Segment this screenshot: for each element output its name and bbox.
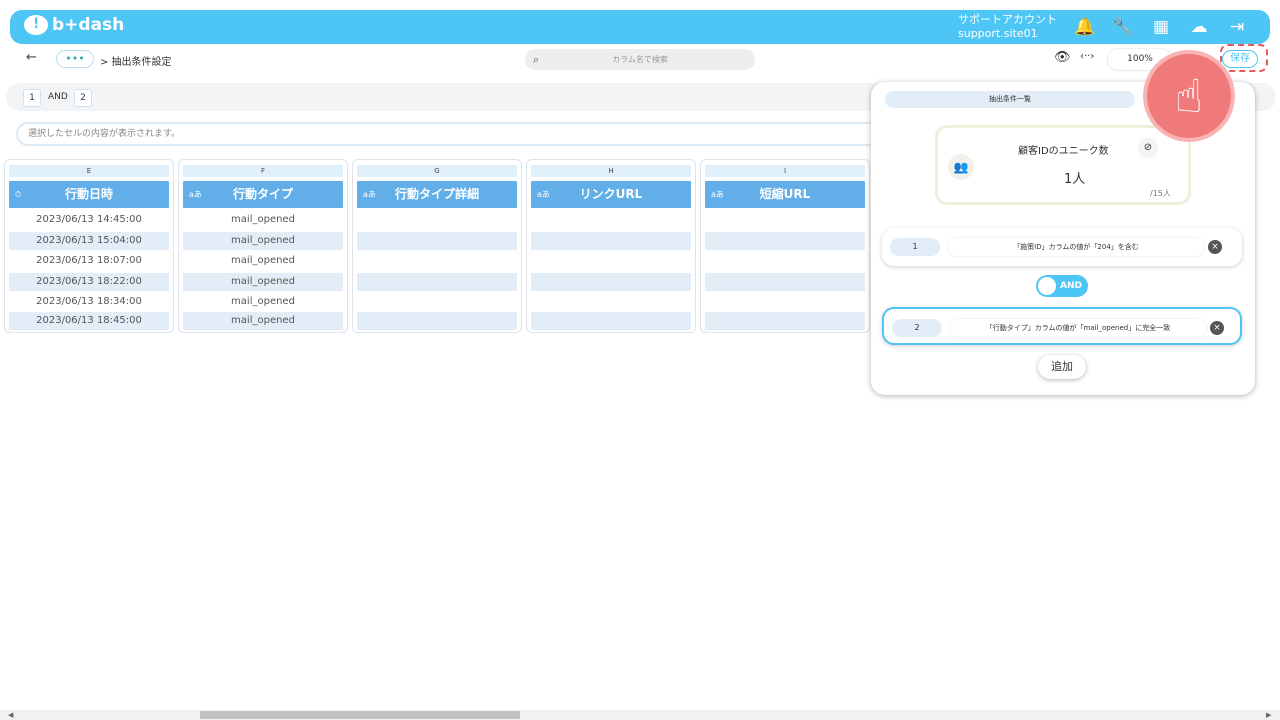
column-h: H aあ リンクURL xyxy=(526,159,696,333)
eye-icon[interactable]: 👁 xyxy=(1054,50,1071,65)
column-header[interactable]: ⏱ 行動日時 xyxy=(9,181,169,208)
tab-condition-list[interactable]: 抽出条件一覧 xyxy=(885,91,1135,108)
table-cell[interactable]: mail_opened xyxy=(183,211,343,229)
people-icon: 👥 xyxy=(948,154,974,180)
condition-operator: AND xyxy=(48,92,68,102)
account-info[interactable]: サポートアカウント support.site01 xyxy=(958,13,1057,41)
table-cell[interactable]: 2023/06/13 18:34:00 xyxy=(9,293,169,311)
account-id: support.site01 xyxy=(958,27,1038,40)
unique-count-total: /15人 xyxy=(1150,189,1171,198)
search-icon: ⌕ xyxy=(533,53,540,66)
wrench-icon[interactable]: 🔧 xyxy=(1110,15,1136,39)
text-type-icon: aあ xyxy=(189,190,202,199)
pin-off-icon[interactable]: ⊘ xyxy=(1138,138,1158,158)
toolbar: ← ••• > 抽出条件設定 ⌕ カラム名で検索 👁 ‹··› 100% 保存 xyxy=(10,46,1270,74)
condition-text[interactable]: 「行動タイプ」カラムの値が「mail_opened」に完全一致 xyxy=(950,319,1206,337)
logo-bubble-icon xyxy=(24,15,48,35)
table-cell[interactable]: 2023/06/13 14:45:00 xyxy=(9,211,169,229)
horizontal-scrollbar[interactable]: ◀ ▶ xyxy=(0,710,1280,720)
remove-condition-icon[interactable]: × xyxy=(1208,240,1222,254)
datetime-type-icon: ⏱ xyxy=(15,190,22,199)
grid-icon[interactable]: ▦ xyxy=(1148,15,1174,39)
bell-icon[interactable]: 🔔 xyxy=(1072,15,1098,39)
column-header[interactable]: aあ 短縮URL xyxy=(705,181,865,208)
pointing-hand-icon: ☝ xyxy=(1143,50,1235,142)
scroll-left-icon[interactable]: ◀ xyxy=(8,710,13,720)
column-header[interactable]: aあ 行動タイプ xyxy=(183,181,343,208)
table-cell[interactable]: mail_opened xyxy=(183,293,343,311)
table-cell[interactable] xyxy=(357,232,517,250)
toggle-knob xyxy=(1038,277,1056,295)
unique-count-card: 👥 顧客IDのユニーク数 ⊘ 1人 /15人 xyxy=(935,125,1191,205)
logo-text: b+dash xyxy=(52,15,125,35)
logout-icon[interactable]: ⇥ xyxy=(1224,15,1250,39)
text-type-icon: aあ xyxy=(363,190,376,199)
scroll-right-icon[interactable]: ▶ xyxy=(1266,710,1271,720)
logo[interactable]: b+dash xyxy=(24,15,124,35)
table-cell[interactable]: 2023/06/13 18:45:00 xyxy=(9,312,169,330)
table-cell[interactable] xyxy=(705,232,865,250)
table-cell[interactable]: mail_opened xyxy=(183,273,343,291)
table-cell[interactable]: mail_opened xyxy=(183,312,343,330)
table-cell[interactable] xyxy=(531,312,691,330)
text-type-icon: aあ xyxy=(711,190,724,199)
condition-item[interactable]: 2 「行動タイプ」カラムの値が「mail_opened」に完全一致 × xyxy=(882,307,1242,345)
column-header-label: 行動日時 xyxy=(64,187,113,201)
condition-number: 2 xyxy=(892,319,942,337)
column-search-input[interactable]: ⌕ カラム名で検索 xyxy=(525,49,755,70)
table-cell[interactable] xyxy=(705,312,865,330)
chat-icon[interactable]: ☁ xyxy=(1186,15,1212,39)
column-letter: E xyxy=(9,165,169,177)
table-cell[interactable] xyxy=(705,273,865,291)
table-cell[interactable] xyxy=(357,312,517,330)
scrollbar-thumb[interactable] xyxy=(200,711,520,719)
unique-count-title: 顧客IDのユニーク数 xyxy=(1018,146,1109,157)
unique-count-value: 1人 xyxy=(1064,172,1086,187)
text-type-icon: aあ xyxy=(537,190,550,199)
table-cell[interactable] xyxy=(531,232,691,250)
and-toggle[interactable]: AND xyxy=(1036,275,1088,297)
table-cell[interactable] xyxy=(357,273,517,291)
table-cell[interactable]: mail_opened xyxy=(183,232,343,250)
column-letter: F xyxy=(183,165,343,177)
top-header: b+dash サポートアカウント support.site01 🔔 🔧 ▦ ☁ … xyxy=(10,10,1270,44)
column-header-label: 行動タイプ詳細 xyxy=(394,187,479,201)
remove-condition-icon[interactable]: × xyxy=(1210,321,1224,335)
table-cell[interactable]: 2023/06/13 18:22:00 xyxy=(9,273,169,291)
condition-chip-1[interactable]: 1 xyxy=(23,89,41,107)
column-header-label: 行動タイプ xyxy=(232,187,293,201)
cell-content-display[interactable]: 選択したセルの内容が表示されます。 xyxy=(16,122,896,146)
add-condition-button[interactable]: 追加 xyxy=(1038,355,1086,379)
column-e: E ⏱ 行動日時 2023/06/13 14:45:00 2023/06/13 1… xyxy=(4,159,174,333)
table-cell[interactable]: 2023/06/13 15:04:00 xyxy=(9,232,169,250)
column-letter: I xyxy=(705,165,865,177)
back-button[interactable]: ← xyxy=(26,50,37,65)
account-name: サポートアカウント xyxy=(958,13,1057,26)
column-g: G aあ 行動タイプ詳細 xyxy=(352,159,522,333)
column-letter: H xyxy=(531,165,691,177)
column-f: F aあ 行動タイプ mail_opened mail_opened mail_o… xyxy=(178,159,348,333)
column-letter: G xyxy=(357,165,517,177)
search-placeholder: カラム名で検索 xyxy=(612,55,668,64)
condition-text[interactable]: 「施策ID」カラムの値が「204」を含む xyxy=(948,238,1204,256)
column-header-label: リンクURL xyxy=(579,187,643,201)
table-cell[interactable]: mail_opened xyxy=(183,252,343,270)
column-header[interactable]: aあ 行動タイプ詳細 xyxy=(357,181,517,208)
column-header-label: 短縮URL xyxy=(759,187,811,201)
column-width-icon[interactable]: ‹··› xyxy=(1080,51,1094,62)
condition-number: 1 xyxy=(890,238,940,256)
save-highlight xyxy=(1220,44,1268,72)
column-i: I aあ 短縮URL xyxy=(700,159,870,333)
column-header[interactable]: aあ リンクURL xyxy=(531,181,691,208)
breadcrumb: > 抽出条件設定 xyxy=(100,57,172,68)
condition-item[interactable]: 1 「施策ID」カラムの値が「204」を含む × xyxy=(882,228,1242,266)
more-menu-button[interactable]: ••• xyxy=(56,50,94,68)
table-cell[interactable] xyxy=(531,273,691,291)
table-cell[interactable]: 2023/06/13 18:07:00 xyxy=(9,252,169,270)
condition-chip-2[interactable]: 2 xyxy=(74,89,92,107)
and-toggle-label: AND xyxy=(1060,281,1082,291)
